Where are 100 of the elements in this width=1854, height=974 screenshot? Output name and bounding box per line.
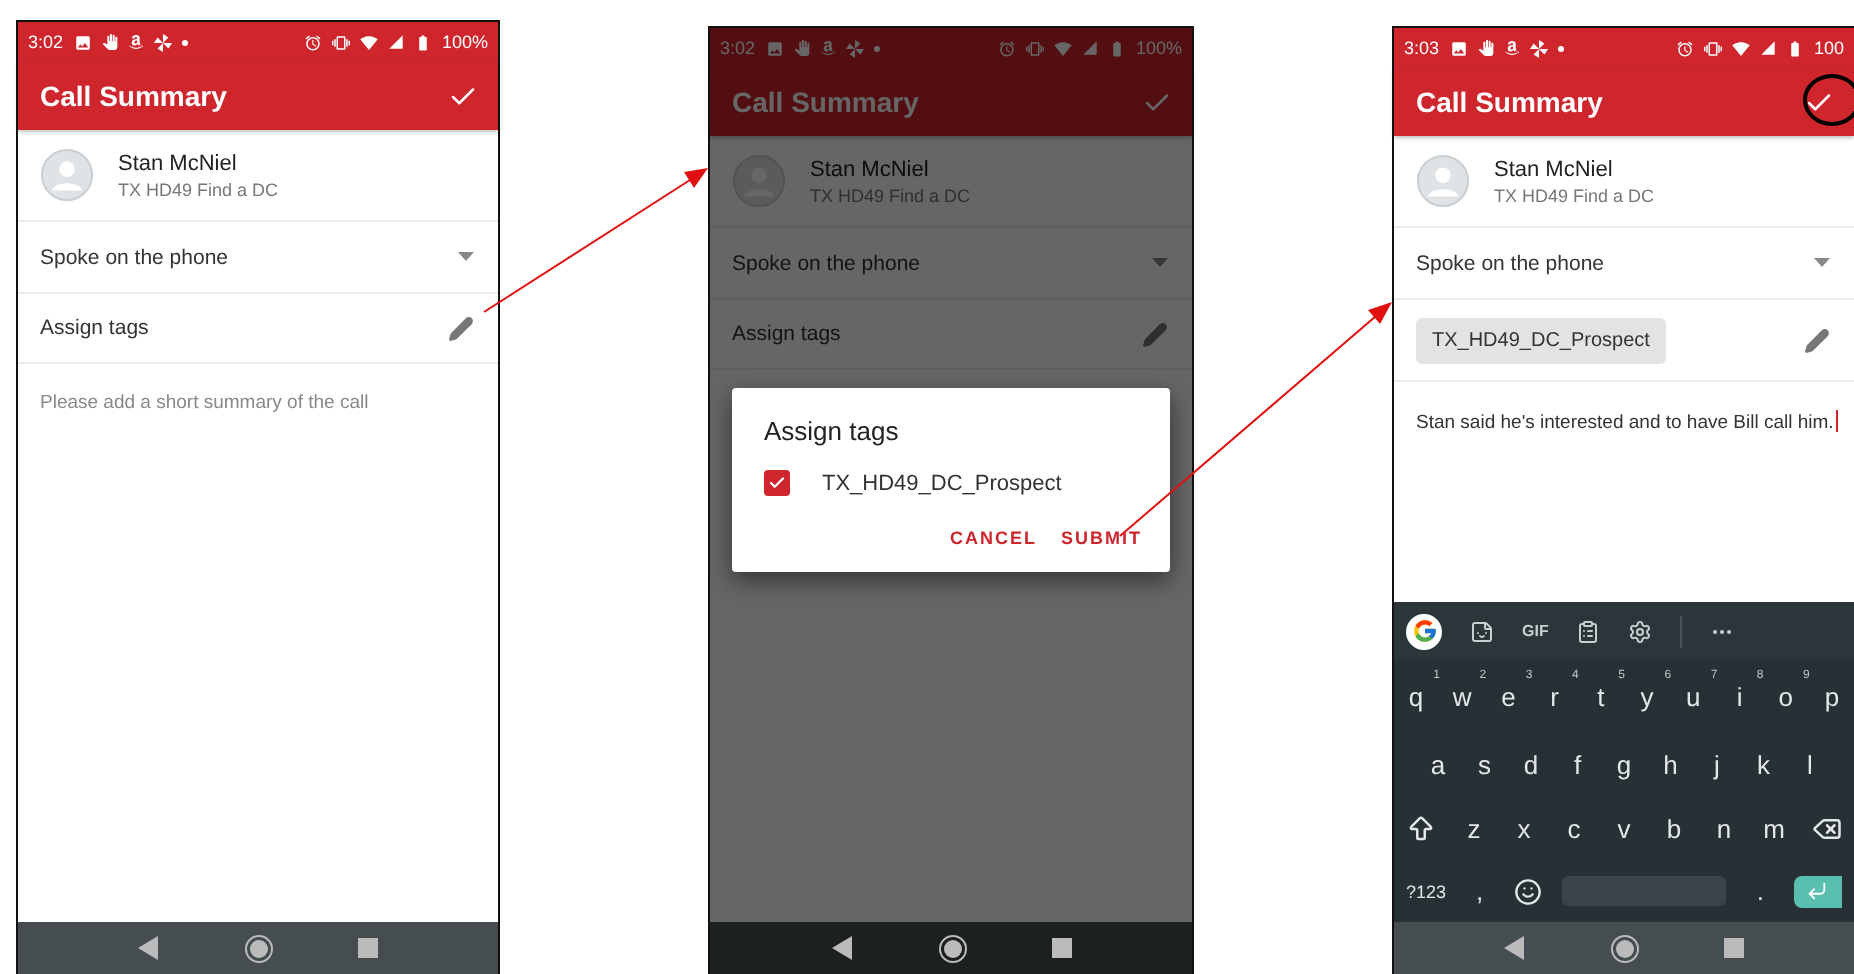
google-icon[interactable] bbox=[1406, 613, 1442, 649]
keyboard-key[interactable]: s bbox=[1472, 750, 1497, 780]
avatar-icon bbox=[1416, 154, 1470, 208]
keyboard-key[interactable]: l bbox=[1798, 750, 1822, 780]
image-icon bbox=[73, 33, 92, 51]
dialog-title: Assign tags bbox=[764, 416, 901, 446]
status-time: 3:03 bbox=[1404, 38, 1440, 58]
outcome-dropdown[interactable]: Spoke on the phone bbox=[40, 245, 458, 269]
keyboard-key[interactable]: m bbox=[1762, 814, 1786, 844]
vibrate-icon bbox=[1703, 39, 1722, 57]
settings-icon[interactable] bbox=[1628, 619, 1653, 643]
dialog-button[interactable]: SUBMIT bbox=[1061, 524, 1142, 552]
avatar-icon bbox=[40, 148, 94, 202]
battery-percent: 100 bbox=[1813, 38, 1844, 58]
enter-key[interactable] bbox=[1793, 875, 1842, 907]
home-icon[interactable] bbox=[937, 933, 967, 963]
sticker-icon[interactable] bbox=[1470, 619, 1494, 643]
tag-checkbox[interactable] bbox=[764, 470, 790, 496]
battery-icon bbox=[1785, 39, 1804, 57]
edit-icon[interactable] bbox=[448, 315, 474, 341]
keyboard-key[interactable]: k bbox=[1751, 750, 1776, 780]
edit-icon[interactable] bbox=[1804, 327, 1830, 353]
contact-name: Stan McNiel bbox=[810, 157, 931, 181]
wifi-icon bbox=[1053, 39, 1072, 57]
amazon-icon bbox=[127, 34, 144, 50]
battery-icon bbox=[413, 33, 432, 51]
contact-subtitle: TX HD49 Find a DC bbox=[118, 179, 279, 199]
signal-icon bbox=[1759, 40, 1776, 56]
image-icon bbox=[765, 39, 784, 57]
keyboard-key[interactable]: g bbox=[1612, 750, 1636, 780]
dot-icon bbox=[181, 39, 188, 45]
wifi-icon bbox=[359, 33, 378, 51]
battery-percent: 100% bbox=[441, 32, 488, 52]
screen-title: Call Summary bbox=[40, 80, 229, 112]
signal-icon bbox=[1081, 40, 1098, 56]
keyboard-key[interactable]: c bbox=[1562, 814, 1586, 844]
image-icon bbox=[1449, 39, 1468, 57]
alarm-icon bbox=[303, 33, 322, 51]
shift-icon[interactable] bbox=[1406, 814, 1436, 844]
recents-icon[interactable] bbox=[1051, 938, 1071, 958]
signal-icon bbox=[387, 34, 404, 50]
battery-percent: 100% bbox=[1135, 38, 1182, 58]
clipboard-icon[interactable] bbox=[1576, 619, 1601, 643]
keyboard-key[interactable]: d bbox=[1519, 750, 1543, 780]
pinwheel-icon bbox=[845, 39, 864, 57]
keyboard-key[interactable]: f bbox=[1565, 750, 1590, 780]
vibrate-icon bbox=[331, 33, 350, 51]
dropdown-caret-icon[interactable] bbox=[1814, 258, 1830, 268]
tag-chip: TX_HD49_DC_Prospect bbox=[1416, 317, 1666, 363]
keyboard-key[interactable]: x bbox=[1512, 814, 1536, 844]
alarm-icon bbox=[997, 39, 1016, 57]
dropdown-caret-icon[interactable] bbox=[458, 252, 474, 262]
battery-icon bbox=[1107, 39, 1126, 57]
keyboard-key[interactable]: z bbox=[1462, 814, 1486, 844]
keyboard-key[interactable]: v bbox=[1612, 814, 1636, 844]
text-cursor bbox=[1835, 410, 1839, 432]
hand-icon bbox=[101, 34, 118, 50]
pinwheel-icon bbox=[153, 33, 172, 51]
emoji-icon[interactable] bbox=[1513, 877, 1542, 905]
contact-subtitle: TX HD49 Find a DC bbox=[1494, 185, 1655, 205]
gif-button[interactable]: GIF bbox=[1522, 622, 1549, 640]
keyboard-key[interactable]: n bbox=[1712, 814, 1736, 844]
alarm-icon bbox=[1675, 39, 1694, 57]
keyboard-key[interactable]: a bbox=[1426, 750, 1450, 780]
home-icon[interactable] bbox=[1610, 933, 1640, 963]
keyboard-key[interactable]: , bbox=[1467, 876, 1492, 906]
amazon-icon bbox=[1503, 40, 1520, 56]
wifi-icon bbox=[1731, 39, 1750, 57]
symbols-key[interactable]: ?123 bbox=[1406, 881, 1447, 901]
dialog-button[interactable]: CANCEL bbox=[950, 524, 1037, 552]
keyboard-key[interactable]: h bbox=[1658, 750, 1683, 780]
tag-option-label: TX_HD49_DC_Prospect bbox=[822, 471, 1062, 495]
back-icon[interactable] bbox=[1504, 936, 1526, 960]
summary-field[interactable]: Stan said he's interested and to have Bill call him. bbox=[1416, 410, 1846, 436]
back-icon[interactable] bbox=[138, 936, 160, 960]
dot-icon bbox=[873, 45, 880, 51]
status-time: 3:02 bbox=[28, 32, 64, 52]
vibrate-icon bbox=[1025, 39, 1044, 57]
assign-tags-label: Assign tags bbox=[40, 316, 151, 340]
hand-icon bbox=[793, 40, 810, 56]
screen-title: Call Summary bbox=[1416, 86, 1605, 118]
hand-icon bbox=[1477, 40, 1494, 56]
screen-title: Call Summary bbox=[732, 86, 921, 118]
contact-name: Stan McNiel bbox=[118, 151, 239, 175]
back-icon[interactable] bbox=[831, 936, 853, 960]
keyboard-key[interactable]: b bbox=[1662, 814, 1686, 844]
status-time: 3:02 bbox=[720, 38, 756, 58]
backspace-icon[interactable] bbox=[1812, 814, 1842, 844]
home-icon[interactable] bbox=[244, 933, 274, 963]
enter-icon bbox=[1806, 880, 1829, 902]
pinwheel-icon bbox=[1529, 39, 1548, 57]
outcome-dropdown[interactable]: Spoke on the phone bbox=[1416, 251, 1814, 275]
assign-tags-label: Assign tags bbox=[732, 322, 843, 346]
summary-field[interactable]: Please add a short summary of the call bbox=[40, 392, 476, 452]
amazon-icon bbox=[819, 40, 836, 56]
contact-name: Stan McNiel bbox=[1494, 157, 1615, 181]
keyboard-key[interactable]: p bbox=[1819, 681, 1844, 711]
keyboard-key[interactable]: . bbox=[1748, 876, 1773, 906]
keyboard-key[interactable]: j bbox=[1705, 750, 1729, 780]
check-icon bbox=[768, 474, 786, 492]
